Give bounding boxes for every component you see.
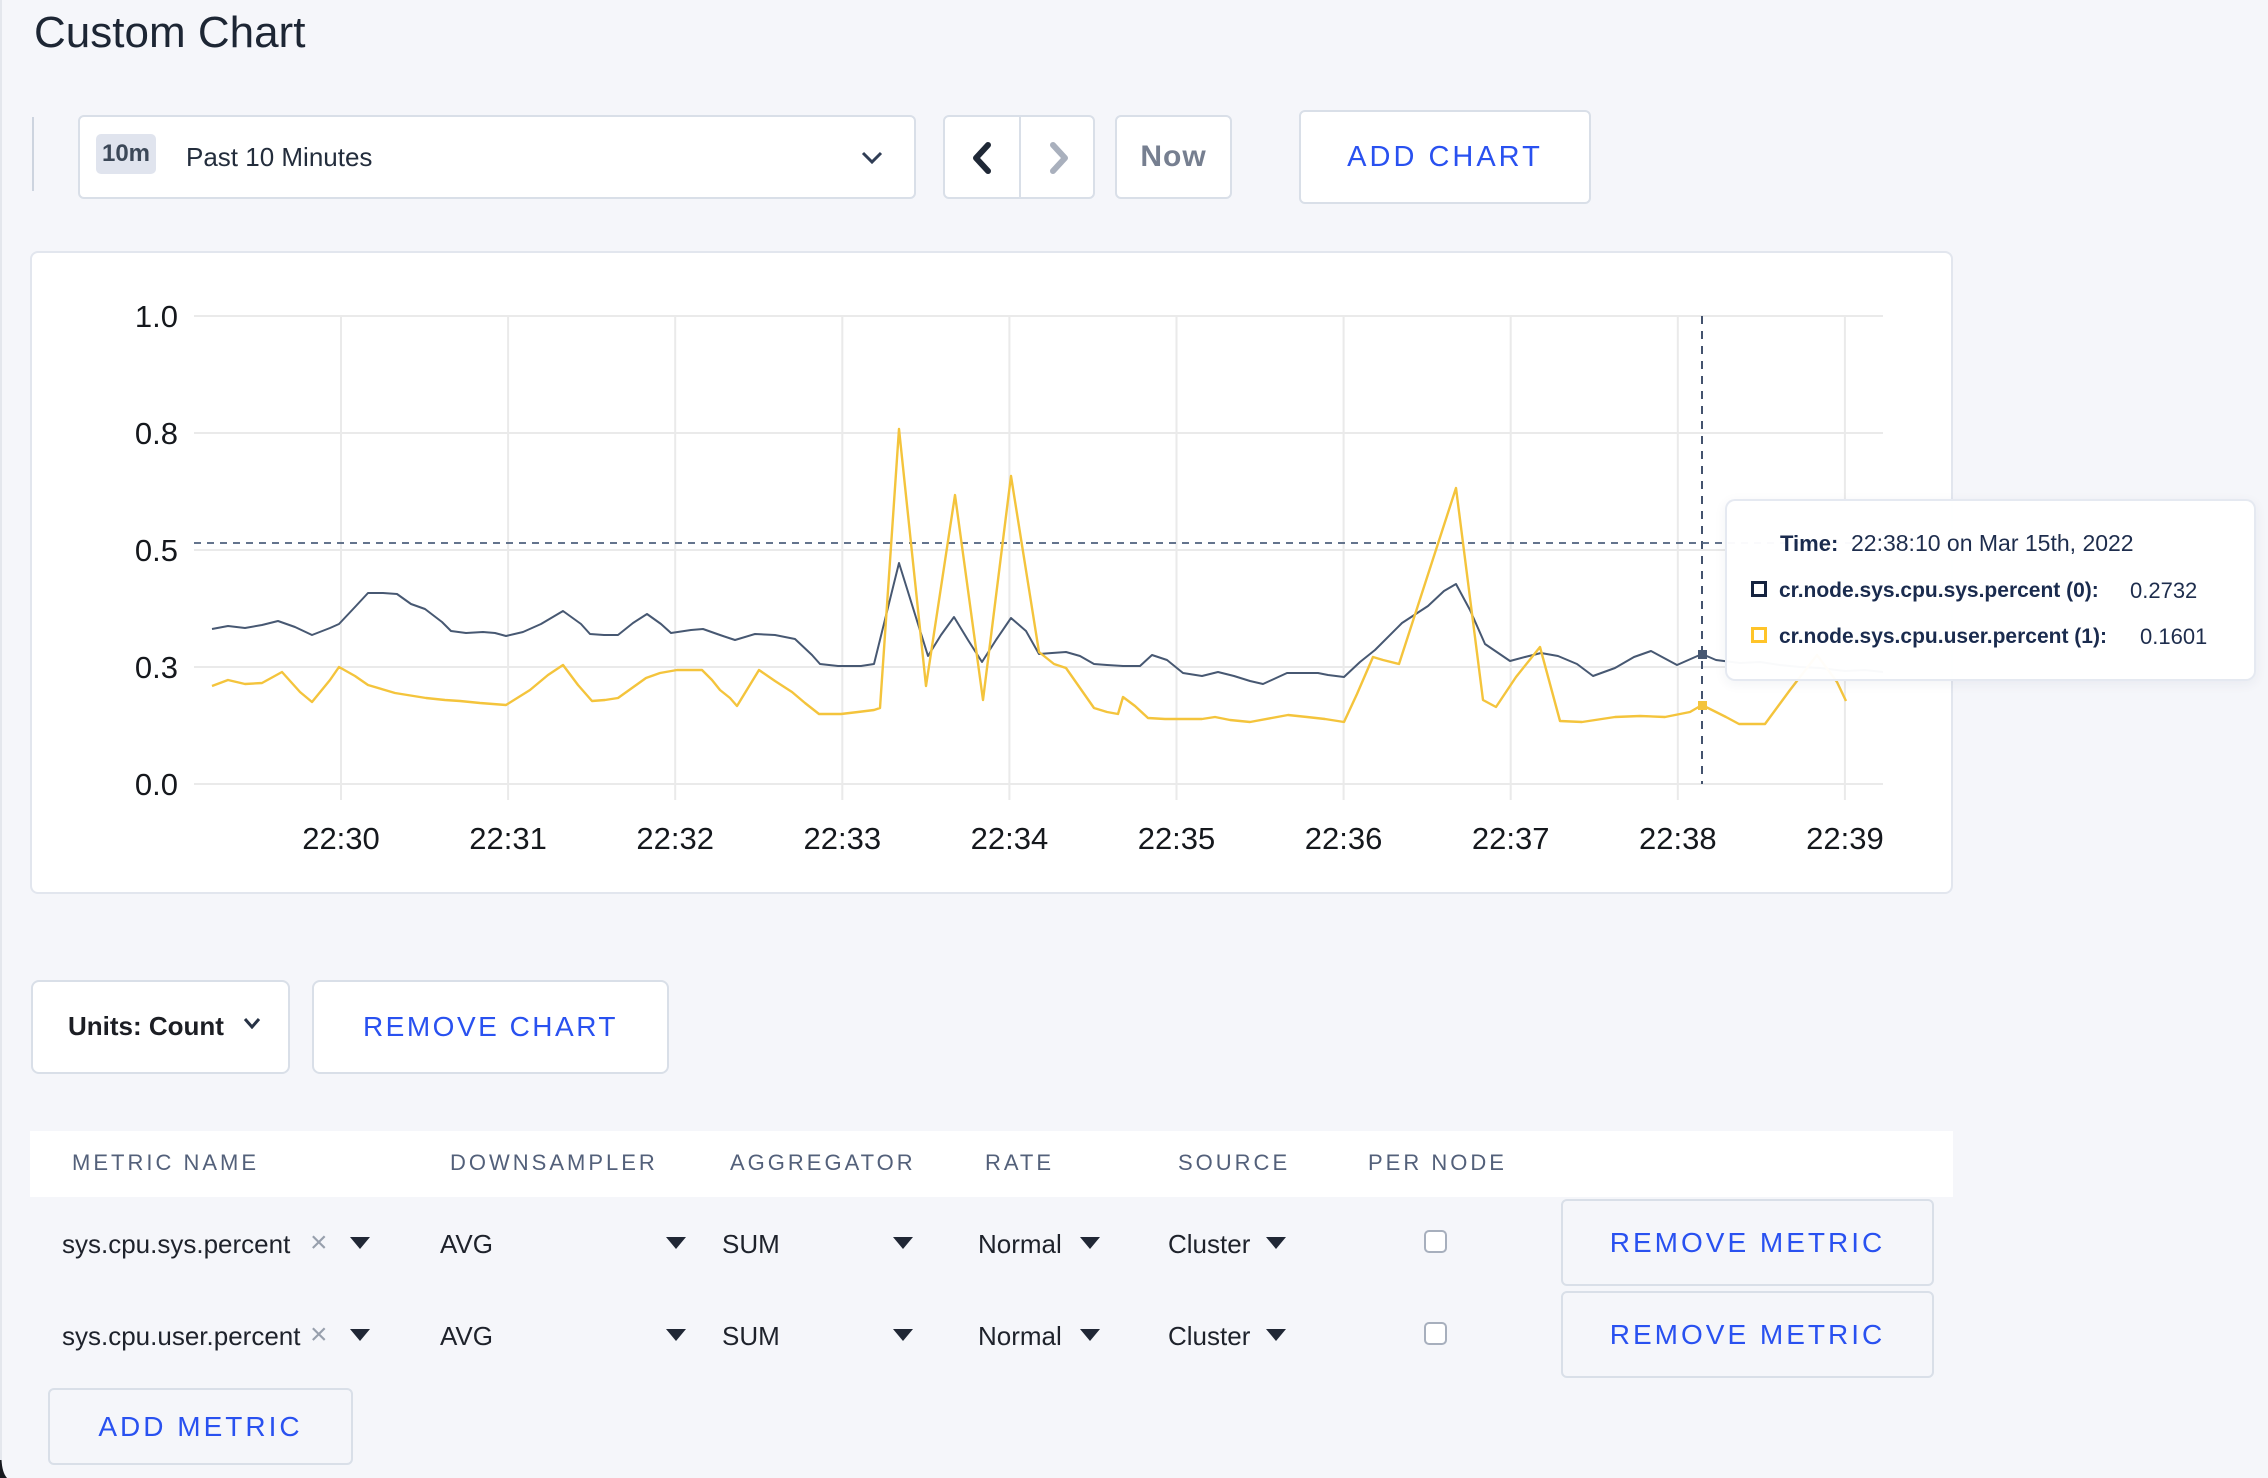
svg-text:0.5: 0.5 xyxy=(135,533,178,568)
svg-text:22:30: 22:30 xyxy=(302,821,380,856)
svg-text:22:37: 22:37 xyxy=(1472,821,1550,856)
svg-text:22:32: 22:32 xyxy=(636,821,714,856)
svg-text:0.0: 0.0 xyxy=(135,767,178,802)
svg-text:22:35: 22:35 xyxy=(1138,821,1216,856)
svg-text:22:31: 22:31 xyxy=(469,821,547,856)
svg-text:22:34: 22:34 xyxy=(971,821,1049,856)
svg-text:22:33: 22:33 xyxy=(804,821,882,856)
svg-text:0.3: 0.3 xyxy=(135,650,178,685)
svg-text:0.8: 0.8 xyxy=(135,416,178,451)
svg-text:22:36: 22:36 xyxy=(1305,821,1383,856)
svg-text:1.0: 1.0 xyxy=(135,299,178,334)
svg-text:22:39: 22:39 xyxy=(1806,821,1884,856)
svg-text:22:38: 22:38 xyxy=(1639,821,1717,856)
